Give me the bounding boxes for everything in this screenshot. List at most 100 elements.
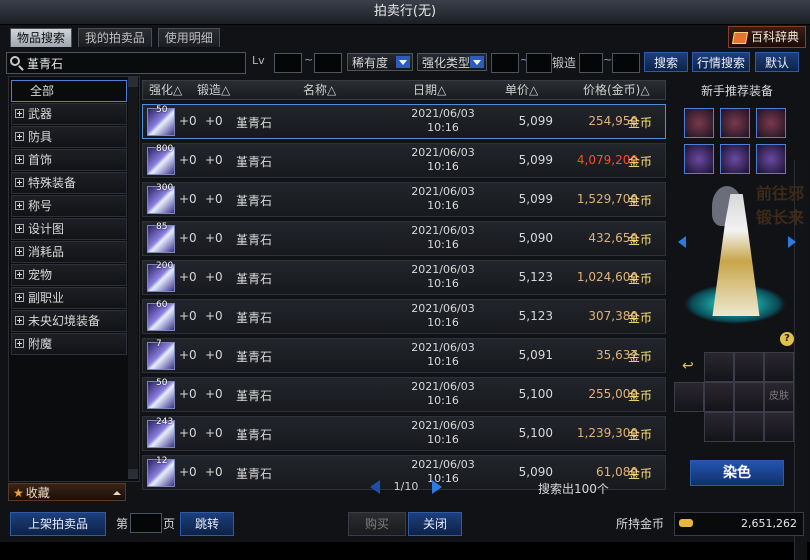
col-price[interactable]: 价格(金币)△ [583, 81, 650, 99]
currency-label: 金币 [628, 350, 653, 364]
help-icon[interactable]: ? [780, 332, 794, 346]
unit-price: 5,099 [518, 192, 553, 206]
category-accessory[interactable]: 首饰 [11, 149, 127, 171]
category-sidebar: 全部 武器 防具 首饰 特殊装备 称号 设计图 消耗品 宠物 副职业 未央幻境装… [8, 76, 140, 482]
enhance-max-input[interactable] [526, 53, 552, 73]
equip-slot-4[interactable] [684, 144, 714, 174]
avatar-slot[interactable] [734, 412, 764, 442]
item-name: 堇青石 [236, 155, 273, 169]
table-row[interactable]: 200 +0 +0 堇青石 2021/06/03 10:16 5,123 1,024,600 金… [142, 260, 666, 295]
buy-button[interactable]: 购买 [348, 512, 406, 536]
table-row[interactable]: 7 +0 +0 堇青石 2021/06/03 10:16 5,091 35,637 金币 [142, 338, 666, 373]
equip-slot-3[interactable] [756, 108, 786, 138]
avatar-slot[interactable] [764, 352, 794, 382]
listing-date: 2021/06/03 10:16 [393, 224, 493, 252]
currency-label: 金币 [628, 467, 653, 481]
category-all[interactable]: 全部 [11, 80, 127, 102]
scroll-up-icon[interactable] [128, 77, 138, 87]
expand-icon [15, 339, 24, 348]
equip-slot-6[interactable] [756, 144, 786, 174]
scroll-down-icon[interactable] [128, 469, 138, 479]
total-price: 307,380 [588, 309, 638, 323]
close-button[interactable]: 关闭 [408, 512, 462, 536]
lv-max-input[interactable] [314, 53, 342, 73]
table-row[interactable]: 50 +0 +0 堇青石 2021/06/03 10:16 5,099 254,950 金币 [142, 104, 666, 139]
stack-count: 85 [156, 222, 168, 232]
swap-icon[interactable]: ↩ [682, 358, 694, 374]
skin-slot[interactable]: 皮肤 [764, 382, 794, 412]
currency-label: 金币 [628, 233, 653, 247]
page-number-input[interactable] [130, 513, 162, 533]
table-row[interactable]: 800 +0 +0 堇青石 2021/06/03 10:16 5,099 4,079,200 金… [142, 143, 666, 178]
enhance-min-input[interactable] [491, 53, 519, 73]
col-name[interactable]: 名称△ [303, 81, 336, 99]
lv-label: Lv [252, 54, 265, 67]
forge-value: +0 [205, 309, 223, 323]
expand-icon [15, 316, 24, 325]
equip-slot-1[interactable] [684, 108, 714, 138]
enhance-value: +0 [179, 270, 197, 284]
unit-price: 5,123 [518, 309, 553, 323]
tab-my-auctions[interactable]: 我的拍卖品 [77, 28, 152, 47]
equip-slot-2[interactable] [720, 108, 750, 138]
category-weiyang-equip[interactable]: 未央幻境装备 [11, 310, 127, 332]
dye-button[interactable]: 染色 [690, 460, 784, 486]
rarity-dropdown[interactable]: 稀有度 [347, 53, 413, 71]
search-box[interactable] [6, 52, 246, 74]
equip-slot-5[interactable] [720, 144, 750, 174]
next-page-icon[interactable] [432, 480, 442, 494]
avatar-slot[interactable] [674, 382, 704, 412]
encyclopedia-button[interactable]: 百科辞典 [727, 26, 806, 48]
lv-min-input[interactable] [274, 53, 302, 73]
item-name: 堇青石 [236, 194, 273, 208]
avatar-slot[interactable] [704, 382, 734, 412]
tab-bar: 物品搜索 我的拍卖品 使用明细 [10, 28, 222, 48]
col-unit-price[interactable]: 单价△ [505, 81, 538, 99]
col-enhance[interactable]: 强化△ [149, 81, 182, 99]
table-row[interactable]: 85 +0 +0 堇青石 2021/06/03 10:16 5,090 432,650 金币 [142, 221, 666, 256]
unit-price: 5,090 [518, 465, 553, 479]
forge-min-input[interactable] [579, 53, 603, 73]
category-weapon[interactable]: 武器 [11, 103, 127, 125]
category-armor[interactable]: 防具 [11, 126, 127, 148]
tab-usage-details[interactable]: 使用明细 [157, 28, 220, 47]
search-input[interactable] [25, 55, 239, 72]
category-sub-job[interactable]: 副职业 [11, 287, 127, 309]
expand-icon [15, 132, 24, 141]
avatar-slot[interactable] [704, 412, 734, 442]
rotate-right-icon[interactable] [788, 236, 796, 248]
rotate-left-icon[interactable] [678, 236, 686, 248]
category-title[interactable]: 称号 [11, 195, 127, 217]
jump-button[interactable]: 跳转 [180, 512, 234, 536]
avatar-slot[interactable] [764, 412, 794, 442]
avatar-slot[interactable] [704, 352, 734, 382]
table-row[interactable]: 50 +0 +0 堇青石 2021/06/03 10:16 5,100 255,000 金币 [142, 377, 666, 412]
category-special-equip[interactable]: 特殊装备 [11, 172, 127, 194]
price-search-button[interactable]: 行情搜索 [692, 52, 750, 72]
category-blueprint[interactable]: 设计图 [11, 218, 127, 240]
list-item-button[interactable]: 上架拍卖品 [10, 512, 106, 536]
forge-label: 锻造 [552, 56, 577, 70]
avatar-slot[interactable] [734, 382, 764, 412]
default-button[interactable]: 默认 [755, 52, 799, 72]
table-row[interactable]: 243 +0 +0 堇青石 2021/06/03 10:16 5,100 1,239,300 金… [142, 416, 666, 451]
table-row[interactable]: 300 +0 +0 堇青石 2021/06/03 10:16 5,099 1,529,700 金… [142, 182, 666, 217]
tab-item-search[interactable]: 物品搜索 [10, 28, 73, 47]
category-enchant[interactable]: 附魔 [11, 333, 127, 355]
sidebar-scrollbar[interactable] [128, 77, 138, 479]
forge-max-input[interactable] [612, 53, 640, 73]
forge-value: +0 [205, 231, 223, 245]
col-forge[interactable]: 锻造△ [197, 81, 230, 99]
unit-price: 5,091 [518, 348, 553, 362]
avatar-slot[interactable] [734, 352, 764, 382]
category-consumable[interactable]: 消耗品 [11, 241, 127, 263]
category-pet[interactable]: 宠物 [11, 264, 127, 286]
favorites-button[interactable]: ★ 收藏 [8, 483, 126, 501]
table-row[interactable]: 60 +0 +0 堇青石 2021/06/03 10:16 5,123 307,380 金币 [142, 299, 666, 334]
enhance-type-dropdown[interactable]: 强化类型 [417, 53, 487, 71]
currency-label: 金币 [628, 194, 653, 208]
search-button[interactable]: 搜索 [644, 52, 688, 72]
total-price: 35,637 [596, 348, 638, 362]
prev-page-icon[interactable] [370, 480, 380, 494]
col-date[interactable]: 日期△ [413, 81, 446, 99]
